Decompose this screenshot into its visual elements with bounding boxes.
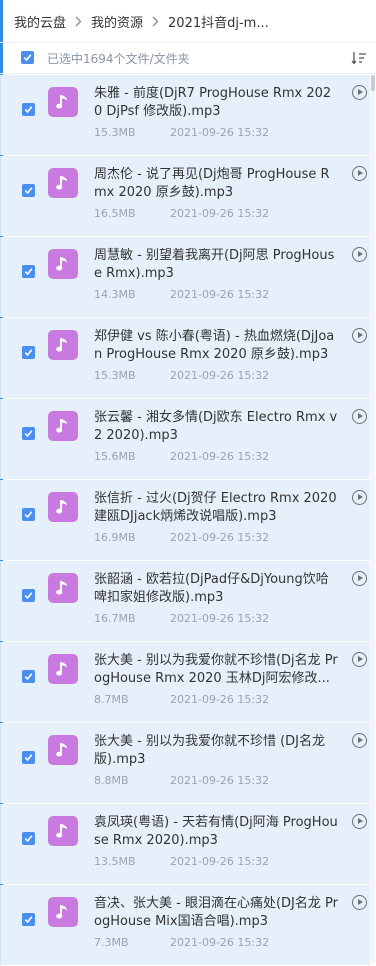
file-size: 14.3MB — [94, 288, 136, 301]
music-note-icon — [48, 330, 78, 360]
file-date: 2021-09-26 15:32 — [170, 612, 270, 625]
file-name[interactable]: 郑伊健 vs 陈小春(粤语) - 热血燃烧(DjJoan ProgHouse R… — [94, 328, 338, 364]
file-row[interactable]: 张大美 - 别以为我爱你就不珍惜 (DJ名龙版).mp3 8.8MB 2021-09… — [0, 723, 370, 803]
file-checkbox[interactable] — [22, 184, 35, 197]
file-row[interactable]: 音决、张大美 - 眼泪滴在心痛处(DJ名龙 ProgHouse Mix国语合唱)… — [0, 885, 370, 965]
file-checkbox[interactable] — [22, 427, 35, 440]
file-date: 2021-09-26 15:32 — [170, 774, 270, 787]
file-size: 15.6MB — [94, 450, 136, 463]
file-checkbox[interactable] — [22, 589, 35, 602]
file-checkbox[interactable] — [22, 670, 35, 683]
scrollbar[interactable] — [371, 75, 375, 963]
file-checkbox[interactable] — [22, 751, 35, 764]
file-row[interactable]: 周慧敏 - 别望着我离开(Dj阿思 ProgHouse Rmx).mp3 14.3… — [0, 237, 370, 317]
file-row[interactable]: 张韶涵 - 欧若拉(DjPad仔&DjYoung饮哈啤扣家姐修改版).mp3 16… — [0, 561, 370, 641]
music-note-icon — [48, 897, 78, 927]
file-row[interactable]: 张云馨 - 湘女多情(Dj欧东 Electro Rmx v2 2020).mp3… — [0, 399, 370, 479]
breadcrumb-my-drive[interactable]: 我的云盘 — [14, 12, 66, 31]
file-name[interactable]: 张大美 - 别以为我爱你就不珍惜(Dj名龙 ProgHouse Rmx 2020… — [94, 652, 338, 688]
file-size: 13.5MB — [94, 855, 136, 868]
play-circle-icon[interactable] — [352, 571, 367, 586]
file-size: 8.7MB — [94, 693, 129, 706]
music-note-icon — [48, 87, 78, 117]
chevron-right-icon — [75, 16, 82, 27]
play-circle-icon[interactable] — [352, 895, 367, 910]
file-date: 2021-09-26 15:32 — [170, 126, 270, 139]
file-name[interactable]: 周慧敏 - 别望着我离开(Dj阿思 ProgHouse Rmx).mp3 — [94, 247, 338, 283]
play-circle-icon[interactable] — [352, 166, 367, 181]
music-note-icon — [48, 573, 78, 603]
file-checkbox[interactable] — [22, 103, 35, 116]
file-checkbox[interactable] — [22, 265, 35, 278]
file-name[interactable]: 音决、张大美 - 眼泪滴在心痛处(DJ名龙 ProgHouse Mix国语合唱)… — [94, 895, 338, 931]
file-checkbox[interactable] — [22, 346, 35, 359]
file-size: 16.5MB — [94, 207, 136, 220]
file-date: 2021-09-26 15:32 — [170, 369, 270, 382]
music-note-icon — [48, 168, 78, 198]
file-name[interactable]: 朱雅 - 前度(DjR7 ProgHouse Rmx 2020 DjPsf 修改… — [94, 85, 338, 121]
file-name[interactable]: 张云馨 - 湘女多情(Dj欧东 Electro Rmx v2 2020).mp3 — [94, 409, 338, 445]
file-date: 2021-09-26 15:32 — [170, 855, 270, 868]
file-checkbox[interactable] — [22, 913, 35, 926]
file-row[interactable]: 张大美 - 别以为我爱你就不珍惜(Dj名龙 ProgHouse Rmx 2020… — [0, 642, 370, 722]
file-name[interactable]: 张韶涵 - 欧若拉(DjPad仔&DjYoung饮哈啤扣家姐修改版).mp3 — [94, 571, 338, 607]
music-note-icon — [48, 411, 78, 441]
breadcrumb: 我的云盘 我的资源 2021抖音dj-m... — [0, 0, 376, 42]
selection-count-text: 已选中1694个文件/文件夹 — [47, 52, 190, 66]
file-checkbox[interactable] — [22, 508, 35, 521]
file-size: 16.9MB — [94, 531, 136, 544]
play-circle-icon[interactable] — [352, 814, 367, 829]
play-circle-icon[interactable] — [352, 85, 367, 100]
file-size: 7.3MB — [94, 936, 129, 949]
play-circle-icon[interactable] — [352, 490, 367, 505]
file-date: 2021-09-26 15:32 — [170, 693, 270, 706]
file-date: 2021-09-26 15:32 — [170, 288, 270, 301]
file-date: 2021-09-26 15:32 — [170, 450, 270, 463]
file-row[interactable]: 张信折 - 过火(Dj贺仔 Electro Rmx 2020 建瓯DJjack炳… — [0, 480, 370, 560]
file-size: 15.3MB — [94, 126, 136, 139]
music-note-icon — [48, 249, 78, 279]
breadcrumb-my-resources[interactable]: 我的资源 — [91, 12, 143, 31]
play-circle-icon[interactable] — [352, 247, 367, 262]
file-name[interactable]: 张信折 - 过火(Dj贺仔 Electro Rmx 2020 建瓯DJjack炳… — [94, 490, 338, 526]
music-note-icon — [48, 735, 78, 765]
file-size: 15.3MB — [94, 369, 136, 382]
file-size: 16.7MB — [94, 612, 136, 625]
file-name[interactable]: 袁凤瑛(粤语) - 天若有情(Dj阿海 ProgHouse Rmx 2020).… — [94, 814, 338, 850]
chevron-right-icon — [152, 16, 159, 27]
file-name[interactable]: 张大美 - 别以为我爱你就不珍惜 (DJ名龙版).mp3 — [94, 733, 338, 769]
file-size: 8.8MB — [94, 774, 129, 787]
file-row[interactable]: 郑伊健 vs 陈小春(粤语) - 热血燃烧(DjJoan ProgHouse R… — [0, 318, 370, 398]
play-circle-icon[interactable] — [352, 652, 367, 667]
scrollbar-thumb[interactable] — [371, 75, 375, 91]
sort-icon[interactable] — [351, 50, 367, 69]
music-note-icon — [48, 492, 78, 522]
play-circle-icon[interactable] — [352, 328, 367, 343]
file-row[interactable]: 周杰伦 - 说了再见(Dj炮哥 ProgHouse Rmx 2020 原乡鼓).… — [0, 156, 370, 236]
file-list: 朱雅 - 前度(DjR7 ProgHouse Rmx 2020 DjPsf 修改… — [0, 75, 370, 966]
breadcrumb-current-folder[interactable]: 2021抖音dj-m... — [168, 12, 269, 31]
file-date: 2021-09-26 15:32 — [170, 531, 270, 544]
select-all-checkbox[interactable] — [21, 51, 34, 64]
file-name[interactable]: 周杰伦 - 说了再见(Dj炮哥 ProgHouse Rmx 2020 原乡鼓).… — [94, 166, 338, 202]
file-row[interactable]: 朱雅 - 前度(DjR7 ProgHouse Rmx 2020 DjPsf 修改… — [0, 75, 370, 155]
play-circle-icon[interactable] — [352, 733, 367, 748]
file-date: 2021-09-26 15:32 — [170, 207, 270, 220]
play-circle-icon[interactable] — [352, 409, 367, 424]
music-note-icon — [48, 816, 78, 846]
selection-toolbar: 已选中1694个文件/文件夹 — [0, 42, 376, 74]
music-note-icon — [48, 654, 78, 684]
file-row[interactable]: 袁凤瑛(粤语) - 天若有情(Dj阿海 ProgHouse Rmx 2020).… — [0, 804, 370, 884]
file-date: 2021-09-26 15:32 — [170, 936, 270, 949]
file-checkbox[interactable] — [22, 832, 35, 845]
